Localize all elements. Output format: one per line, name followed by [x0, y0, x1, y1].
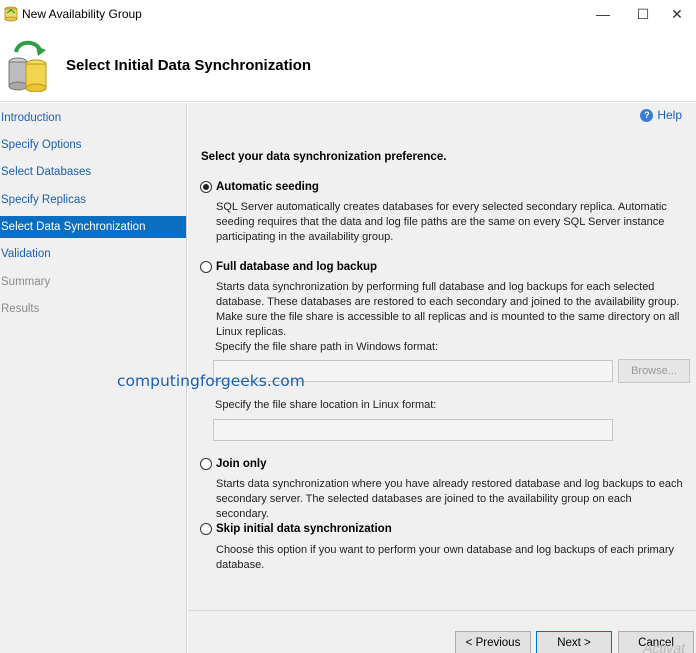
- radio-full-backup[interactable]: [200, 261, 212, 273]
- browse-button[interactable]: Browse...: [618, 359, 690, 383]
- nav-item-results: Results: [1, 303, 40, 315]
- nav-item-select-databases[interactable]: Select Databases: [0, 161, 186, 183]
- next-button[interactable]: Next >: [536, 631, 612, 653]
- help-link[interactable]: ? Help: [640, 108, 682, 122]
- option-label: Join only: [216, 458, 267, 470]
- previous-button[interactable]: < Previous: [455, 631, 531, 653]
- main-panel: ? Help Select your data synchronization …: [188, 103, 696, 610]
- close-button[interactable]: ✕: [654, 0, 696, 28]
- help-label: Help: [657, 108, 682, 122]
- nav-item-validation[interactable]: Validation: [0, 243, 186, 265]
- nav-item-select-data-synchronization[interactable]: Select Data Synchronization: [0, 216, 186, 238]
- availability-group-app-icon: [4, 6, 18, 22]
- windows-path-label: Specify the file share path in Windows f…: [215, 341, 439, 353]
- window-title: New Availability Group: [22, 7, 142, 21]
- radio-join-only[interactable]: [200, 458, 212, 470]
- page-title: Select Initial Data Synchronization: [66, 57, 312, 74]
- option-join-only[interactable]: Join only: [200, 458, 266, 470]
- radio-skip-sync[interactable]: [200, 523, 212, 535]
- title-bar: New Availability Group — ☐ ✕: [0, 0, 696, 28]
- sync-preference-prompt: Select your data synchronization prefere…: [201, 151, 447, 163]
- nav-item-introduction[interactable]: Introduction: [0, 107, 186, 129]
- database-sync-icon: [8, 40, 47, 92]
- activation-overlay-text: Activat: [643, 640, 686, 653]
- option-description: Choose this option if you want to perfor…: [216, 544, 674, 571]
- nav-item-specify-options[interactable]: Specify Options: [0, 134, 186, 156]
- nav-item-specify-replicas[interactable]: Specify Replicas: [0, 189, 186, 211]
- help-icon: ?: [640, 108, 654, 122]
- watermark-text: computingforgeeks.com: [117, 372, 305, 390]
- option-label: Automatic seeding: [216, 181, 319, 193]
- wizard-header: Select Initial Data Synchronization: [0, 28, 696, 102]
- option-skip-sync[interactable]: Skip initial data synchronization: [200, 523, 392, 535]
- option-label: Skip initial data synchronization: [216, 523, 392, 535]
- option-full-backup[interactable]: Full database and log backup: [200, 261, 377, 273]
- linux-path-input[interactable]: [213, 419, 613, 441]
- option-description: SQL Server automatically creates databas…: [216, 201, 667, 243]
- option-label: Full database and log backup: [216, 261, 378, 273]
- option-description: Starts data synchronization by performin…: [216, 281, 680, 338]
- nav-item-summary: Summary: [1, 276, 51, 288]
- linux-path-label: Specify the file share location in Linux…: [215, 399, 437, 411]
- wizard-footer: < Previous Next > Cancel: [188, 610, 696, 653]
- option-automatic-seeding[interactable]: Automatic seeding: [200, 181, 319, 193]
- option-description: Starts data synchronization where you ha…: [216, 478, 683, 520]
- radio-automatic-seeding[interactable]: [200, 181, 212, 193]
